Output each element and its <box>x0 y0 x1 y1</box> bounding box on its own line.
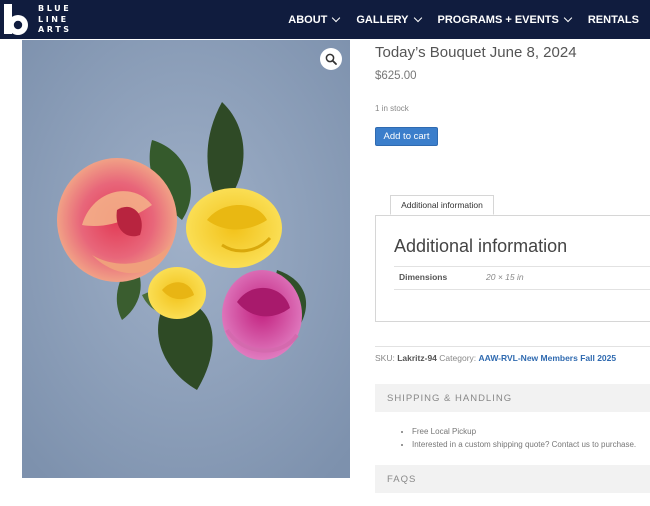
chevron-down-icon <box>413 13 422 22</box>
attribute-value: 20 × 15 in <box>486 272 524 282</box>
site-logo[interactable]: BLUE LINE ARTS <box>3 3 75 36</box>
nav-about-label: ABOUT <box>288 13 328 26</box>
attribute-label: Dimensions <box>399 272 448 282</box>
bouquet-photo-art <box>22 40 350 478</box>
logo-b-mark <box>4 4 28 35</box>
category-label: Category: <box>439 353 477 363</box>
nav-gallery[interactable]: GALLERY <box>356 13 422 26</box>
zoom-button[interactable] <box>320 48 342 70</box>
product-meta: SKU: Lakritz-94 Category: AAW-RVL-New Me… <box>375 353 616 363</box>
faqs-accordion[interactable]: FAQS <box>375 465 650 493</box>
sku-value: Lakritz-94 <box>397 353 437 363</box>
nav-programs-label: PROGRAMS + EVENTS <box>437 13 559 26</box>
meta-divider <box>375 346 650 347</box>
chevron-down-icon <box>332 13 341 22</box>
chevron-down-icon <box>563 13 573 22</box>
product-title: Today’s Bouquet June 8, 2024 <box>375 44 577 61</box>
additional-info-panel <box>375 215 650 322</box>
site-header: BLUE LINE ARTS ABOUT GALLERY PROGRAMS + … <box>0 0 650 39</box>
nav-rentals-label: RENTALS <box>587 13 639 26</box>
stock-status: 1 in stock <box>375 104 409 113</box>
shipping-handling-accordion[interactable]: SHIPPING & HANDLING <box>375 384 650 412</box>
shipping-list: Free Local Pickup Interested in a custom… <box>399 425 636 451</box>
panel-title: Additional information <box>394 236 568 256</box>
logo-line-blue: BLUE <box>38 4 72 13</box>
faqs-title: FAQS <box>387 473 417 485</box>
list-item: Free Local Pickup <box>412 425 636 438</box>
logo-line-line: LINE <box>38 14 69 24</box>
sku-label: SKU: <box>375 353 395 363</box>
product-image[interactable] <box>22 40 350 478</box>
nav-rentals[interactable]: RENTALS <box>588 14 639 26</box>
shipping-title: SHIPPING & HANDLING <box>387 392 513 404</box>
logo-line-arts: ARTS <box>38 25 72 34</box>
nav-about[interactable]: ABOUT <box>288 13 341 26</box>
list-item: Interested in a custom shipping quote? C… <box>412 438 636 451</box>
nav-gallery-label: GALLERY <box>356 13 409 26</box>
product-price: $625.00 <box>375 70 417 82</box>
attribute-divider <box>394 289 650 290</box>
magnifier-icon <box>325 53 337 65</box>
tab-additional-information[interactable]: Additional information <box>390 195 494 215</box>
main-nav: ABOUT GALLERY PROGRAMS + EVENTS RENTALS <box>288 0 650 39</box>
attribute-divider <box>394 266 650 267</box>
nav-programs-events[interactable]: PROGRAMS + EVENTS <box>437 13 573 26</box>
category-link[interactable]: AAW-RVL-New Members Fall 2025 <box>479 353 617 363</box>
logo-wordmark: BLUE LINE ARTS <box>38 4 72 36</box>
add-to-cart-button[interactable]: Add to cart <box>375 127 438 146</box>
